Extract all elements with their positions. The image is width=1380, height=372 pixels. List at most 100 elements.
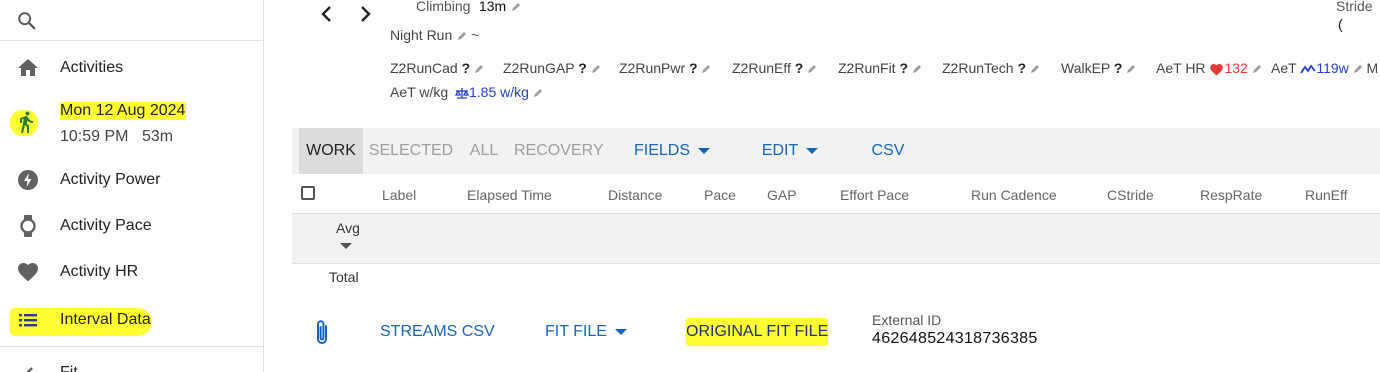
field-value: ? xyxy=(461,60,471,76)
search-icon[interactable] xyxy=(16,10,38,32)
field-value: 1.85 w/kg xyxy=(469,84,529,100)
fit-file-label: FIT FILE xyxy=(545,323,607,340)
edit-pencil-icon[interactable] xyxy=(912,64,922,74)
run-icon xyxy=(20,111,33,133)
edit-dropdown-button[interactable]: EDIT xyxy=(760,128,820,174)
edit-pencil-icon[interactable] xyxy=(591,64,601,74)
climbing-stat: Climbing 13m xyxy=(416,0,521,16)
column-header[interactable]: RunEff xyxy=(1305,187,1348,203)
streams-csv-button[interactable]: STREAMS CSV xyxy=(380,323,495,341)
field-value: ? xyxy=(1017,60,1027,76)
prev-arrow-icon[interactable] xyxy=(318,5,336,23)
tab-all[interactable]: ALL xyxy=(464,128,504,174)
select-all-checkbox[interactable] xyxy=(301,186,315,200)
sidebar-item-label: Activities xyxy=(60,59,124,76)
edit-pencil-icon[interactable] xyxy=(533,88,543,98)
field-z2runeff[interactable]: Z2RunEff ? xyxy=(732,60,817,76)
column-header[interactable]: CStride xyxy=(1107,187,1154,203)
sidebar-divider xyxy=(0,346,263,347)
column-header[interactable]: Elapsed Time xyxy=(467,187,552,203)
field-z2runcad[interactable]: Z2RunCad ? xyxy=(390,60,484,76)
column-header[interactable]: GAP xyxy=(767,187,797,203)
sidebar-item-interval-data[interactable]: Interval Data xyxy=(0,296,263,342)
total-label: Total xyxy=(329,269,359,285)
original-fit-file-button[interactable]: ORIGINAL FIT FILE xyxy=(686,323,828,341)
field-label: Z2RunTech xyxy=(942,60,1014,76)
field-value: ? xyxy=(899,60,909,76)
external-id-value: 462648524318736385 xyxy=(872,330,1038,347)
edit-pencil-icon[interactable] xyxy=(1030,64,1040,74)
field-aet-watts[interactable]: AeT 119w M xyxy=(1271,60,1378,76)
field-value: ? xyxy=(1113,60,1123,76)
edit-pencil-icon[interactable] xyxy=(511,2,521,12)
csv-button[interactable]: CSV xyxy=(870,128,906,174)
field-z2runtech[interactable]: Z2RunTech ? xyxy=(942,60,1040,76)
field-aet-hr[interactable]: AeT HR 132 xyxy=(1156,60,1262,76)
sidebar-item-activity-hr[interactable]: Activity HR xyxy=(0,249,263,295)
activity-name[interactable]: Night Run ~ xyxy=(390,27,479,45)
chevron-down-icon xyxy=(806,147,819,154)
field-label: Z2RunCad xyxy=(390,60,458,76)
field-label: AeT w/kg xyxy=(390,84,449,100)
field-z2runfit[interactable]: Z2RunFit ? xyxy=(838,60,922,76)
sidebar-item-label: Activity Pace xyxy=(60,217,152,234)
heart-icon xyxy=(1210,64,1224,76)
avg-row: Avg xyxy=(292,214,1380,264)
edit-pencil-icon[interactable] xyxy=(807,64,817,74)
chevron-down-icon[interactable] xyxy=(340,243,352,249)
activity-name-text: Night Run xyxy=(390,27,453,43)
activity-duration: 53m xyxy=(142,128,174,145)
field-z2rungap[interactable]: Z2RunGAP ? xyxy=(503,60,601,76)
fields-dropdown-button[interactable]: FIELDS xyxy=(632,128,712,174)
sidebar-item-label: Interval Data xyxy=(60,311,151,328)
tab-work[interactable]: WORK xyxy=(299,128,363,174)
column-header[interactable]: RespRate xyxy=(1200,187,1262,203)
activity-time: 10:59 PM xyxy=(60,128,129,145)
field-label: Z2RunGAP xyxy=(503,60,575,76)
sidebar-item-activity-pace[interactable]: Activity Pace xyxy=(0,203,263,249)
field-label: WalkEP xyxy=(1061,60,1111,76)
sidebar-item-label: Activity HR xyxy=(60,263,139,280)
sidebar: Activities Mon 12 Aug 2024 10:59 PM 53m … xyxy=(0,0,264,372)
stride-stat: Stride ( xyxy=(1336,0,1380,34)
attachment-icon xyxy=(317,320,327,344)
edit-pencil-icon[interactable] xyxy=(701,64,711,74)
column-header[interactable]: Distance xyxy=(608,187,662,203)
field-value: ? xyxy=(689,60,698,76)
field-label: Z2RunPwr xyxy=(619,60,686,76)
field-walkep[interactable]: WalkEP ? xyxy=(1061,60,1136,76)
tab-recovery[interactable]: RECOVERY xyxy=(514,128,604,174)
power-chart-icon xyxy=(1300,64,1317,74)
activity-date: Mon 12 Aug 2024 xyxy=(60,102,187,120)
chevron-down-icon xyxy=(614,328,627,335)
climbing-label: Climbing xyxy=(416,0,471,14)
edit-pencil-icon[interactable] xyxy=(1126,64,1136,74)
fit-file-dropdown-button[interactable]: FIT FILE xyxy=(545,323,627,341)
bolt-icon xyxy=(18,170,38,190)
sidebar-search[interactable] xyxy=(0,0,263,41)
column-header[interactable]: Pace xyxy=(704,187,736,203)
sidebar-item-activity[interactable]: Mon 12 Aug 2024 10:59 PM 53m xyxy=(0,98,263,154)
stride-label: Stride xyxy=(1336,0,1373,14)
tab-selected[interactable]: SELECTED xyxy=(368,128,454,174)
sidebar-item-activity-power[interactable]: Activity Power xyxy=(0,157,263,203)
column-header[interactable]: Effort Pace xyxy=(840,187,909,203)
field-label: AeT HR xyxy=(1156,60,1206,76)
edit-pencil-icon[interactable] xyxy=(474,64,484,74)
avg-label[interactable]: Avg xyxy=(336,220,360,236)
edit-pencil-icon[interactable] xyxy=(1353,64,1363,74)
edit-pencil-icon[interactable] xyxy=(1252,64,1262,74)
fields-label: FIELDS xyxy=(633,142,690,159)
sidebar-item-activities[interactable]: Activities xyxy=(0,45,263,91)
column-header[interactable]: Run Cadence xyxy=(971,187,1057,203)
field-z2runpwr[interactable]: Z2RunPwr ? xyxy=(619,60,711,76)
field-aet-wkg[interactable]: AeT w/kg 1.85 w/kg xyxy=(390,84,543,100)
field-label: Z2RunFit xyxy=(838,60,896,76)
sidebar-item-fit[interactable]: Fit... xyxy=(0,352,263,372)
field-label: AeT xyxy=(1271,60,1297,76)
edit-label: EDIT xyxy=(761,142,799,159)
column-header[interactable]: Label xyxy=(382,187,416,203)
edit-pencil-icon[interactable] xyxy=(457,31,467,41)
watch-icon xyxy=(20,215,36,237)
next-arrow-icon[interactable] xyxy=(356,5,374,23)
